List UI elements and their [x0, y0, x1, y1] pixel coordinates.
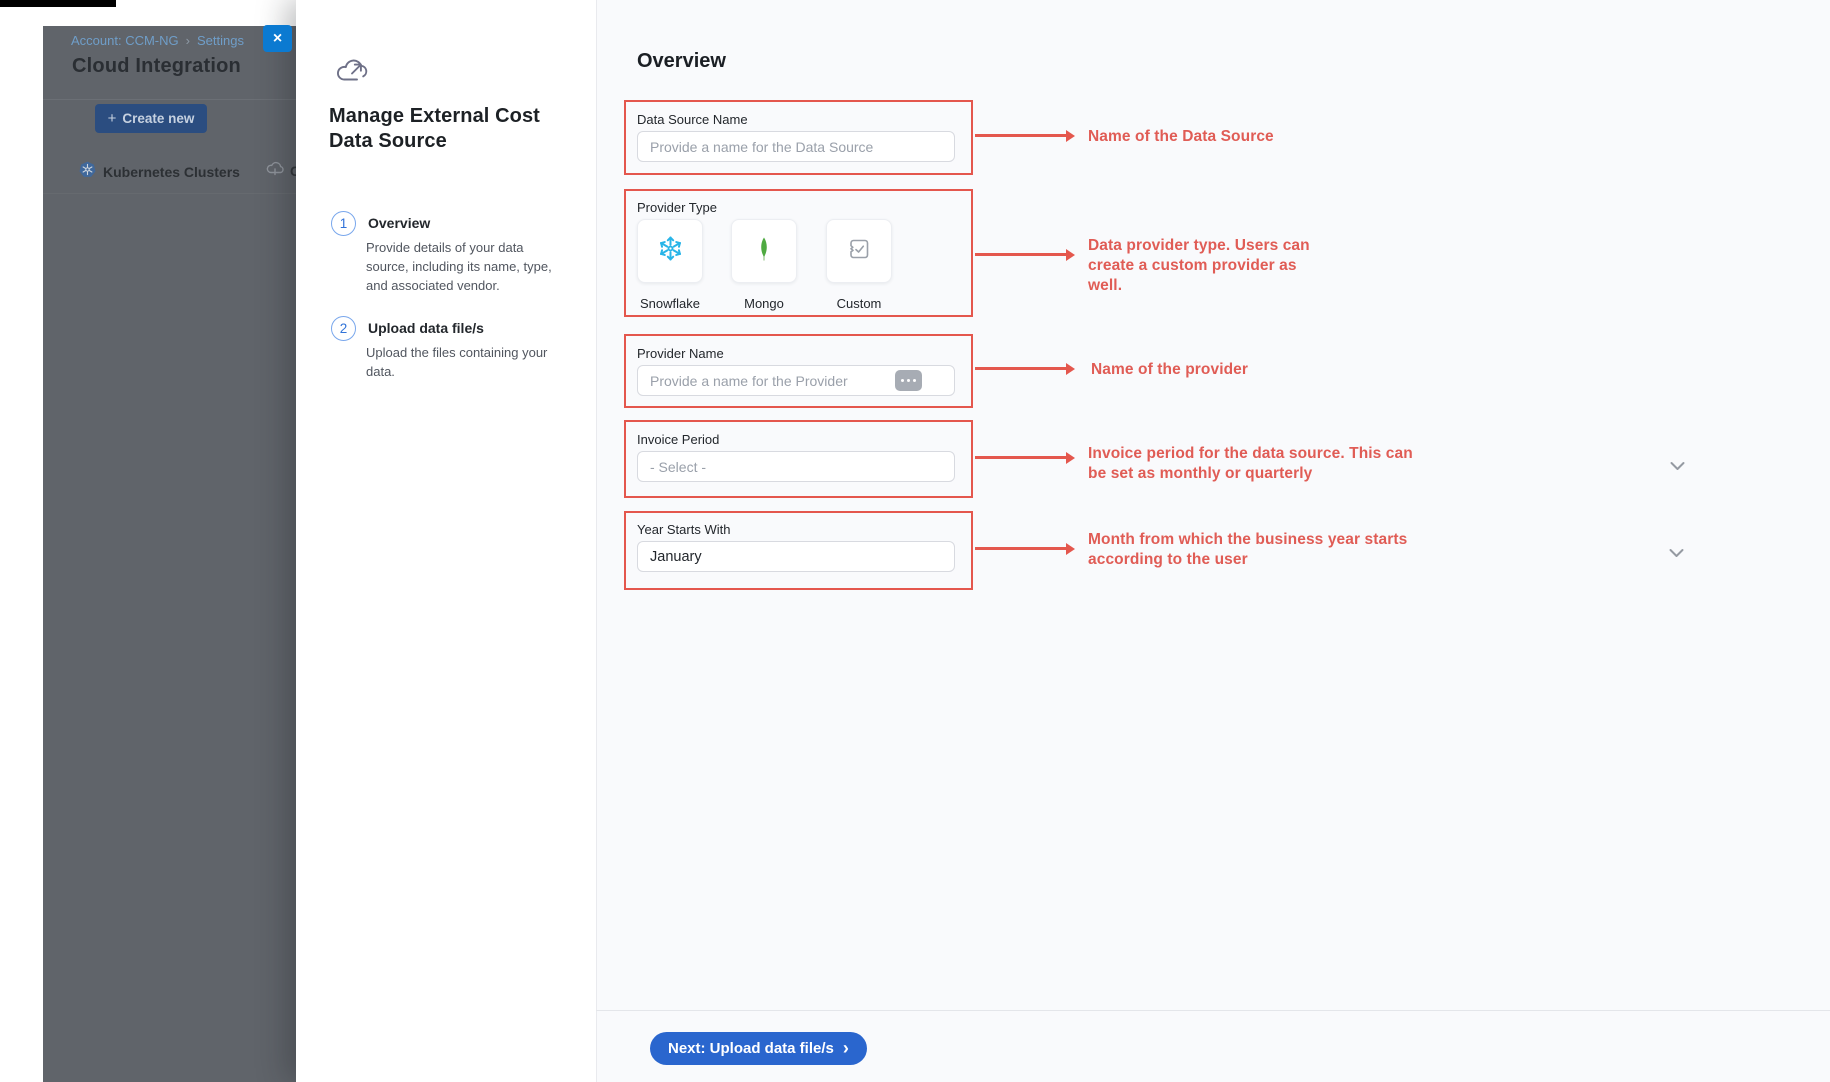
data-source-name-input[interactable] [637, 131, 955, 162]
breadcrumb-settings-link[interactable]: Settings [197, 33, 244, 48]
modal-sidebar: Manage External Cost Data Source 1 Overv… [296, 0, 596, 1082]
invoice-period-value: - Select - [650, 459, 706, 475]
cloud-icon [265, 160, 285, 182]
kubernetes-icon [79, 161, 96, 183]
breadcrumb-separator-icon: › [186, 33, 190, 48]
screen-artifact-bar [0, 0, 116, 7]
provider-card-snowflake[interactable] [637, 219, 703, 283]
mongodb-leaf-icon [752, 236, 776, 267]
provider-type-label: Provider Type [637, 200, 717, 215]
breadcrumb-account-link[interactable]: Account: CCM-NG [71, 33, 179, 48]
annotation-arrow-icon [975, 547, 1067, 550]
chevron-down-icon[interactable] [1670, 458, 1685, 476]
close-icon: × [273, 30, 282, 48]
tab-row: Kubernetes Clusters C [43, 159, 296, 193]
step-2-description: Upload the files containing your data. [366, 344, 558, 382]
cloud-export-icon [334, 56, 368, 91]
provider-label-mongo: Mongo [731, 296, 797, 311]
create-new-label: Create new [122, 111, 194, 126]
annotation-arrow-icon [975, 253, 1067, 256]
step-2-title: Upload data file/s [368, 320, 484, 336]
next-upload-button[interactable]: Next: Upload data file/s › [650, 1032, 867, 1065]
annotation-text: Data provider type. Users can create a c… [1088, 236, 1328, 295]
close-button[interactable]: × [263, 25, 292, 52]
step-1-indicator: 1 [331, 211, 356, 236]
annotation-arrow-icon [975, 367, 1067, 370]
provider-label-custom: Custom [826, 296, 892, 311]
footer-divider [596, 1010, 1830, 1011]
step-1-title: Overview [368, 215, 430, 231]
divider [43, 99, 296, 100]
divider [596, 0, 597, 1082]
tab-kubernetes-clusters-label: Kubernetes Clusters [103, 164, 240, 180]
year-starts-with-label: Year Starts With [637, 522, 730, 537]
next-upload-label: Next: Upload data file/s [668, 1040, 834, 1057]
chevron-right-icon: › [843, 1039, 849, 1057]
annotation-arrow-icon [975, 456, 1067, 459]
step-1-description: Provide details of your data source, inc… [366, 239, 558, 296]
snowflake-icon [657, 235, 684, 267]
step-2-indicator: 2 [331, 316, 356, 341]
plus-icon: + [108, 110, 117, 127]
annotation-arrow-icon [975, 134, 1067, 137]
provider-label-snowflake: Snowflake [637, 296, 703, 311]
tab-kubernetes-clusters[interactable]: Kubernetes Clusters [79, 161, 240, 183]
annotation-text: Name of the provider [1091, 360, 1411, 380]
chevron-down-icon[interactable] [1669, 545, 1684, 563]
provider-card-mongo[interactable] [731, 219, 797, 283]
background-page: Account: CCM-NG › Settings Cloud Integra… [43, 26, 296, 1082]
annotation-text: Month from which the business year start… [1088, 530, 1418, 570]
invoice-period-select[interactable]: - Select - [637, 451, 955, 482]
content-heading: Overview [637, 50, 726, 73]
provider-name-label: Provider Name [637, 346, 724, 361]
annotation-text: Invoice period for the data source. This… [1088, 444, 1418, 484]
modal-title: Manage External Cost Data Source [329, 104, 564, 155]
custom-provider-icon [846, 236, 872, 267]
step-2-number: 2 [340, 321, 348, 336]
annotation-text: Name of the Data Source [1088, 127, 1408, 147]
screen: Account: CCM-NG › Settings Cloud Integra… [0, 0, 1830, 1082]
year-starts-with-value: January [650, 549, 702, 565]
provider-card-custom[interactable] [826, 219, 892, 283]
divider [43, 193, 296, 194]
page-title: Cloud Integration [72, 55, 241, 78]
tab-cloud[interactable]: C [265, 160, 296, 182]
manage-data-source-modal: Manage External Cost Data Source 1 Overv… [296, 0, 1830, 1082]
step-1-number: 1 [340, 216, 348, 231]
ellipsis-badge-icon[interactable] [895, 370, 922, 391]
create-new-button[interactable]: + Create new [95, 104, 207, 133]
breadcrumb: Account: CCM-NG › Settings [71, 33, 244, 48]
invoice-period-label: Invoice Period [637, 432, 719, 447]
year-starts-with-select[interactable]: January [637, 541, 955, 572]
data-source-name-label: Data Source Name [637, 112, 748, 127]
